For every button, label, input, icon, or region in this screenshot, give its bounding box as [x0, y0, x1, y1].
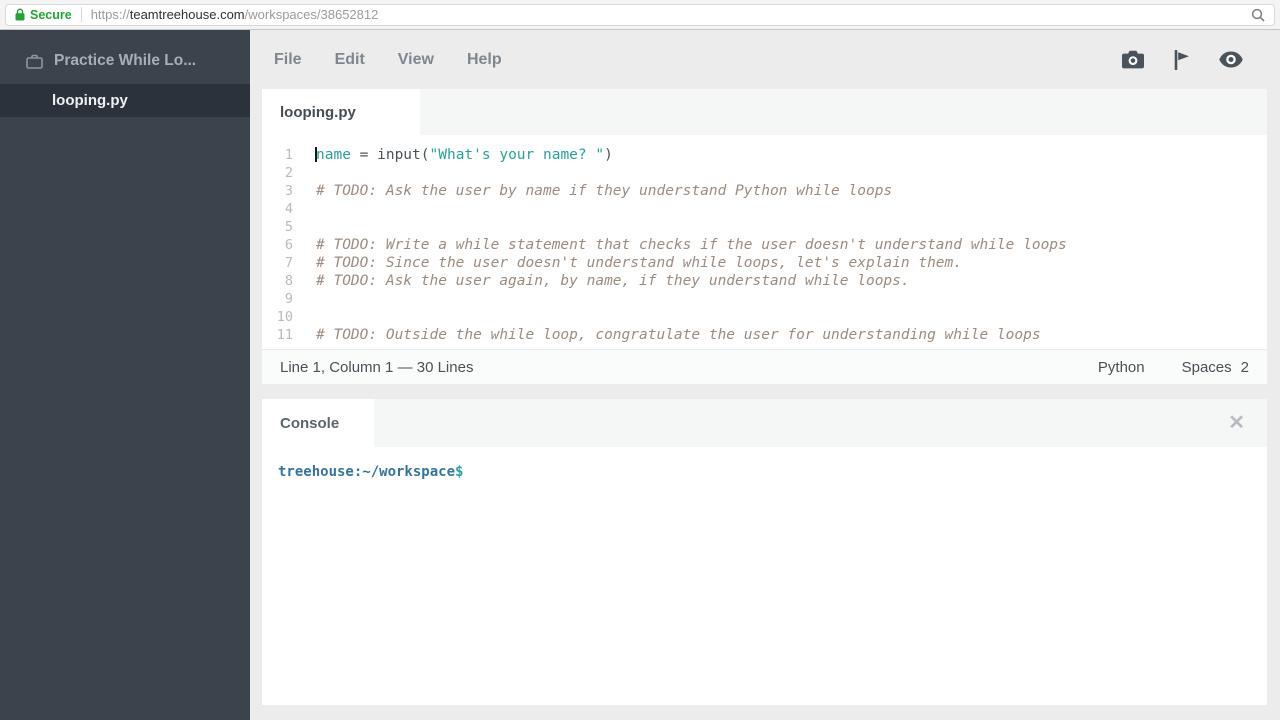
token-ident: name: [316, 147, 351, 163]
indent-type: Spaces: [1181, 358, 1232, 376]
code-line-1[interactable]: 1 name = input("What's your name? "): [262, 146, 1267, 164]
url-scheme: https://: [90, 7, 130, 22]
zoom-icon[interactable]: [1251, 8, 1265, 22]
code-editor[interactable]: 1 name = input("What's your name? ") 2 3 # T…: [262, 135, 1267, 349]
code-text: # TODO: Ask the user again, by name, if …: [316, 272, 910, 290]
console-panel: Console ✕ treehouse:~/workspace$: [262, 399, 1267, 705]
url-separator: [80, 7, 82, 22]
console-close-icon[interactable]: ✕: [1228, 413, 1245, 433]
main-panel: File Edit View Help looping.py 1 name = …: [250, 30, 1280, 720]
code-line-8[interactable]: 8 # TODO: Ask the user again, by name, if…: [262, 272, 1267, 290]
code-text: # TODO: Ask the user by name if they und…: [316, 182, 892, 200]
indent-setting[interactable]: Spaces 2: [1182, 359, 1249, 376]
secure-label: Secure: [30, 7, 72, 22]
code-line-6[interactable]: 6 # TODO: Write a while statement that ch…: [262, 236, 1267, 254]
camera-icon[interactable]: [1122, 50, 1144, 69]
status-right-group: Python Spaces 2: [1098, 359, 1249, 376]
line-number: 11: [276, 327, 293, 343]
code-line-7[interactable]: 7 # TODO: Since the user doesn't understa…: [262, 254, 1267, 272]
code-line-3[interactable]: 3 # TODO: Ask the user by name if they un…: [262, 182, 1267, 200]
code-text: # TODO: Write a while statement that che…: [316, 236, 1067, 254]
line-number: 9: [284, 291, 293, 307]
url-domain: teamtreehouse.com: [129, 7, 245, 22]
code-line-9[interactable]: 9: [262, 290, 1267, 308]
line-number: 2: [284, 165, 293, 181]
terminal[interactable]: treehouse:~/workspace$: [262, 447, 1267, 705]
menu-bar: File Edit View Help: [250, 30, 1280, 89]
code-line-2[interactable]: 2: [262, 164, 1267, 182]
line-number: 7: [284, 255, 293, 271]
token-comment: # TODO: Write a while statement that che…: [316, 237, 1067, 253]
menu-help[interactable]: Help: [467, 51, 502, 69]
language-indicator[interactable]: Python: [1098, 359, 1145, 376]
editor-tab-bar: looping.py: [262, 89, 1267, 135]
file-sidebar: Practice While Lo... looping.py: [0, 30, 250, 720]
lock-icon: [15, 8, 25, 21]
menu-view[interactable]: View: [398, 51, 434, 69]
file-list: looping.py: [0, 84, 250, 117]
token-comment: # TODO: Ask the user by name if they und…: [316, 183, 893, 199]
project-folder[interactable]: Practice While Lo...: [0, 46, 250, 84]
menu-items: File Edit View Help: [274, 51, 535, 69]
editor-tab-label: looping.py: [280, 103, 356, 121]
file-item-looping.py[interactable]: looping.py: [0, 84, 250, 117]
code-text: # TODO: Since the user doesn't understan…: [316, 254, 962, 272]
token-comment: # TODO: Since the user doesn't understan…: [316, 255, 963, 271]
console-tab-label: Console: [280, 414, 340, 432]
eye-icon[interactable]: [1219, 51, 1243, 68]
project-name: Practice While Lo...: [54, 52, 197, 69]
editor-panel: looping.py 1 name = input("What's your na…: [262, 89, 1267, 384]
line-number: 3: [284, 183, 293, 199]
line-number: 5: [284, 219, 293, 235]
line-number: 8: [284, 273, 293, 289]
project-icon: [26, 54, 43, 69]
code-line-4[interactable]: 4: [262, 200, 1267, 218]
pointer-flag-icon[interactable]: [1173, 49, 1190, 70]
menu-edit[interactable]: Edit: [335, 51, 365, 69]
line-number: 10: [276, 309, 293, 325]
cursor-position: Line 1, Column 1 — 30 Lines: [280, 358, 474, 376]
terminal-prompt-symbol: $: [455, 464, 464, 480]
terminal-prompt: treehouse:~/workspace: [278, 464, 456, 480]
url-path: /workspaces/38652812: [244, 7, 379, 22]
token-plain: ): [604, 147, 613, 163]
indent-size: 2: [1240, 358, 1249, 376]
code-line-10[interactable]: 10: [262, 308, 1267, 326]
token-string: "What's your name? ": [429, 147, 605, 163]
line-number: 1: [284, 147, 293, 163]
code-text: # TODO: Outside the while loop, congratu…: [316, 326, 1041, 344]
token-plain: = input(: [350, 147, 430, 163]
workspace-body: Practice While Lo... looping.py File Edit…: [0, 30, 1280, 720]
editor-tab-looping-py[interactable]: looping.py: [262, 89, 420, 135]
editor-status-bar: Line 1, Column 1 — 30 Lines Python Space…: [262, 349, 1267, 384]
treehouse-workspace: { "browser": { "secure_label": "Secure",…: [0, 0, 1280, 720]
text-cursor: [315, 147, 317, 162]
menu-file[interactable]: File: [274, 51, 302, 69]
line-number: 6: [284, 237, 293, 253]
code-line-5[interactable]: 5: [262, 218, 1267, 236]
console-tab-bar: Console ✕: [262, 399, 1267, 447]
browser-chrome: Secure https://teamtreehouse.com/workspa…: [0, 0, 1280, 30]
code-line-11[interactable]: 11 # TODO: Outside the while loop, congra…: [262, 326, 1267, 344]
token-comment: # TODO: Outside the while loop, congratu…: [316, 327, 1041, 343]
address-bar[interactable]: Secure https://teamtreehouse.com/workspa…: [5, 3, 1275, 26]
line-number: 4: [284, 201, 293, 217]
code-text: name = input("What's your name? "): [315, 146, 613, 164]
menu-icon-group: [1122, 49, 1256, 70]
token-comment: # TODO: Ask the user again, by name, if …: [316, 273, 910, 289]
console-tab[interactable]: Console: [262, 399, 374, 447]
